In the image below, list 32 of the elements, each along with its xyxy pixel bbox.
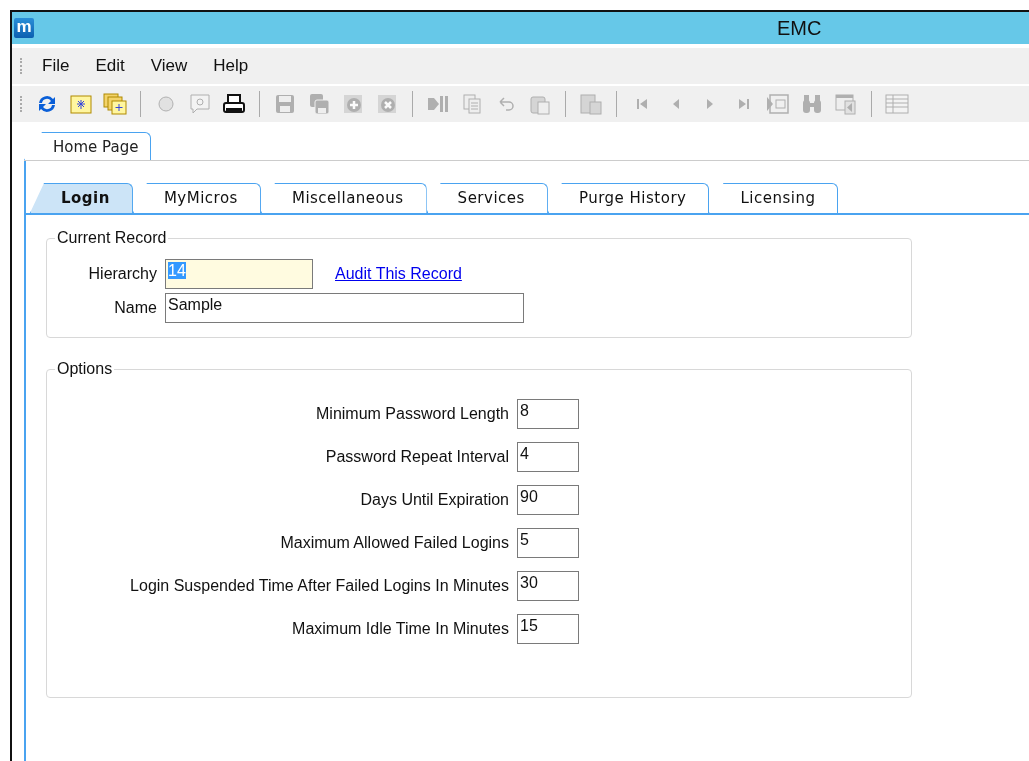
tab[interactable]: Licensing	[709, 183, 839, 213]
group-title: Current Record	[56, 229, 168, 247]
field-label: Maximum Allowed Failed Logins	[279, 534, 509, 552]
number-field[interactable]: 30	[517, 571, 579, 601]
number-field[interactable]: 90	[517, 485, 579, 515]
number-field[interactable]: 5	[517, 528, 579, 558]
window-title: EMC	[777, 16, 822, 40]
tab[interactable]: Login	[30, 183, 133, 213]
group-title: Options	[56, 360, 114, 378]
menu-item[interactable]: Edit	[85, 56, 137, 76]
number-field[interactable]: 8	[517, 399, 579, 429]
number-field[interactable]: 4	[517, 442, 579, 472]
tab[interactable]: MyMicros	[132, 183, 261, 213]
tab[interactable]: Purge History	[547, 183, 710, 213]
menu-item[interactable]: View	[140, 56, 200, 76]
number-field[interactable]: 15	[517, 614, 579, 644]
tab[interactable]: Miscellaneous	[260, 183, 427, 213]
document-tab[interactable]: Home Page	[24, 132, 152, 160]
folders-icon[interactable]	[100, 90, 130, 118]
name-field[interactable]: Sample	[165, 293, 524, 323]
field-label: Maximum Idle Time In Minutes	[291, 620, 509, 638]
menu-item[interactable]: File	[32, 56, 82, 76]
audit-link[interactable]: Audit This Record	[335, 265, 462, 283]
menu-item[interactable]: Help	[203, 56, 261, 76]
tab[interactable]: Services	[426, 183, 548, 213]
field-label: Login Suspended Time After Failed Logins In Minutes	[129, 577, 509, 595]
field-label: Days Until Expiration	[359, 491, 509, 509]
field-label: Minimum Password Length	[315, 405, 509, 423]
field-label: Password Repeat Interval	[324, 448, 509, 466]
app-icon: m	[14, 18, 34, 38]
field-label: Hierarchy	[87, 265, 157, 283]
field-label: Name	[113, 299, 157, 317]
